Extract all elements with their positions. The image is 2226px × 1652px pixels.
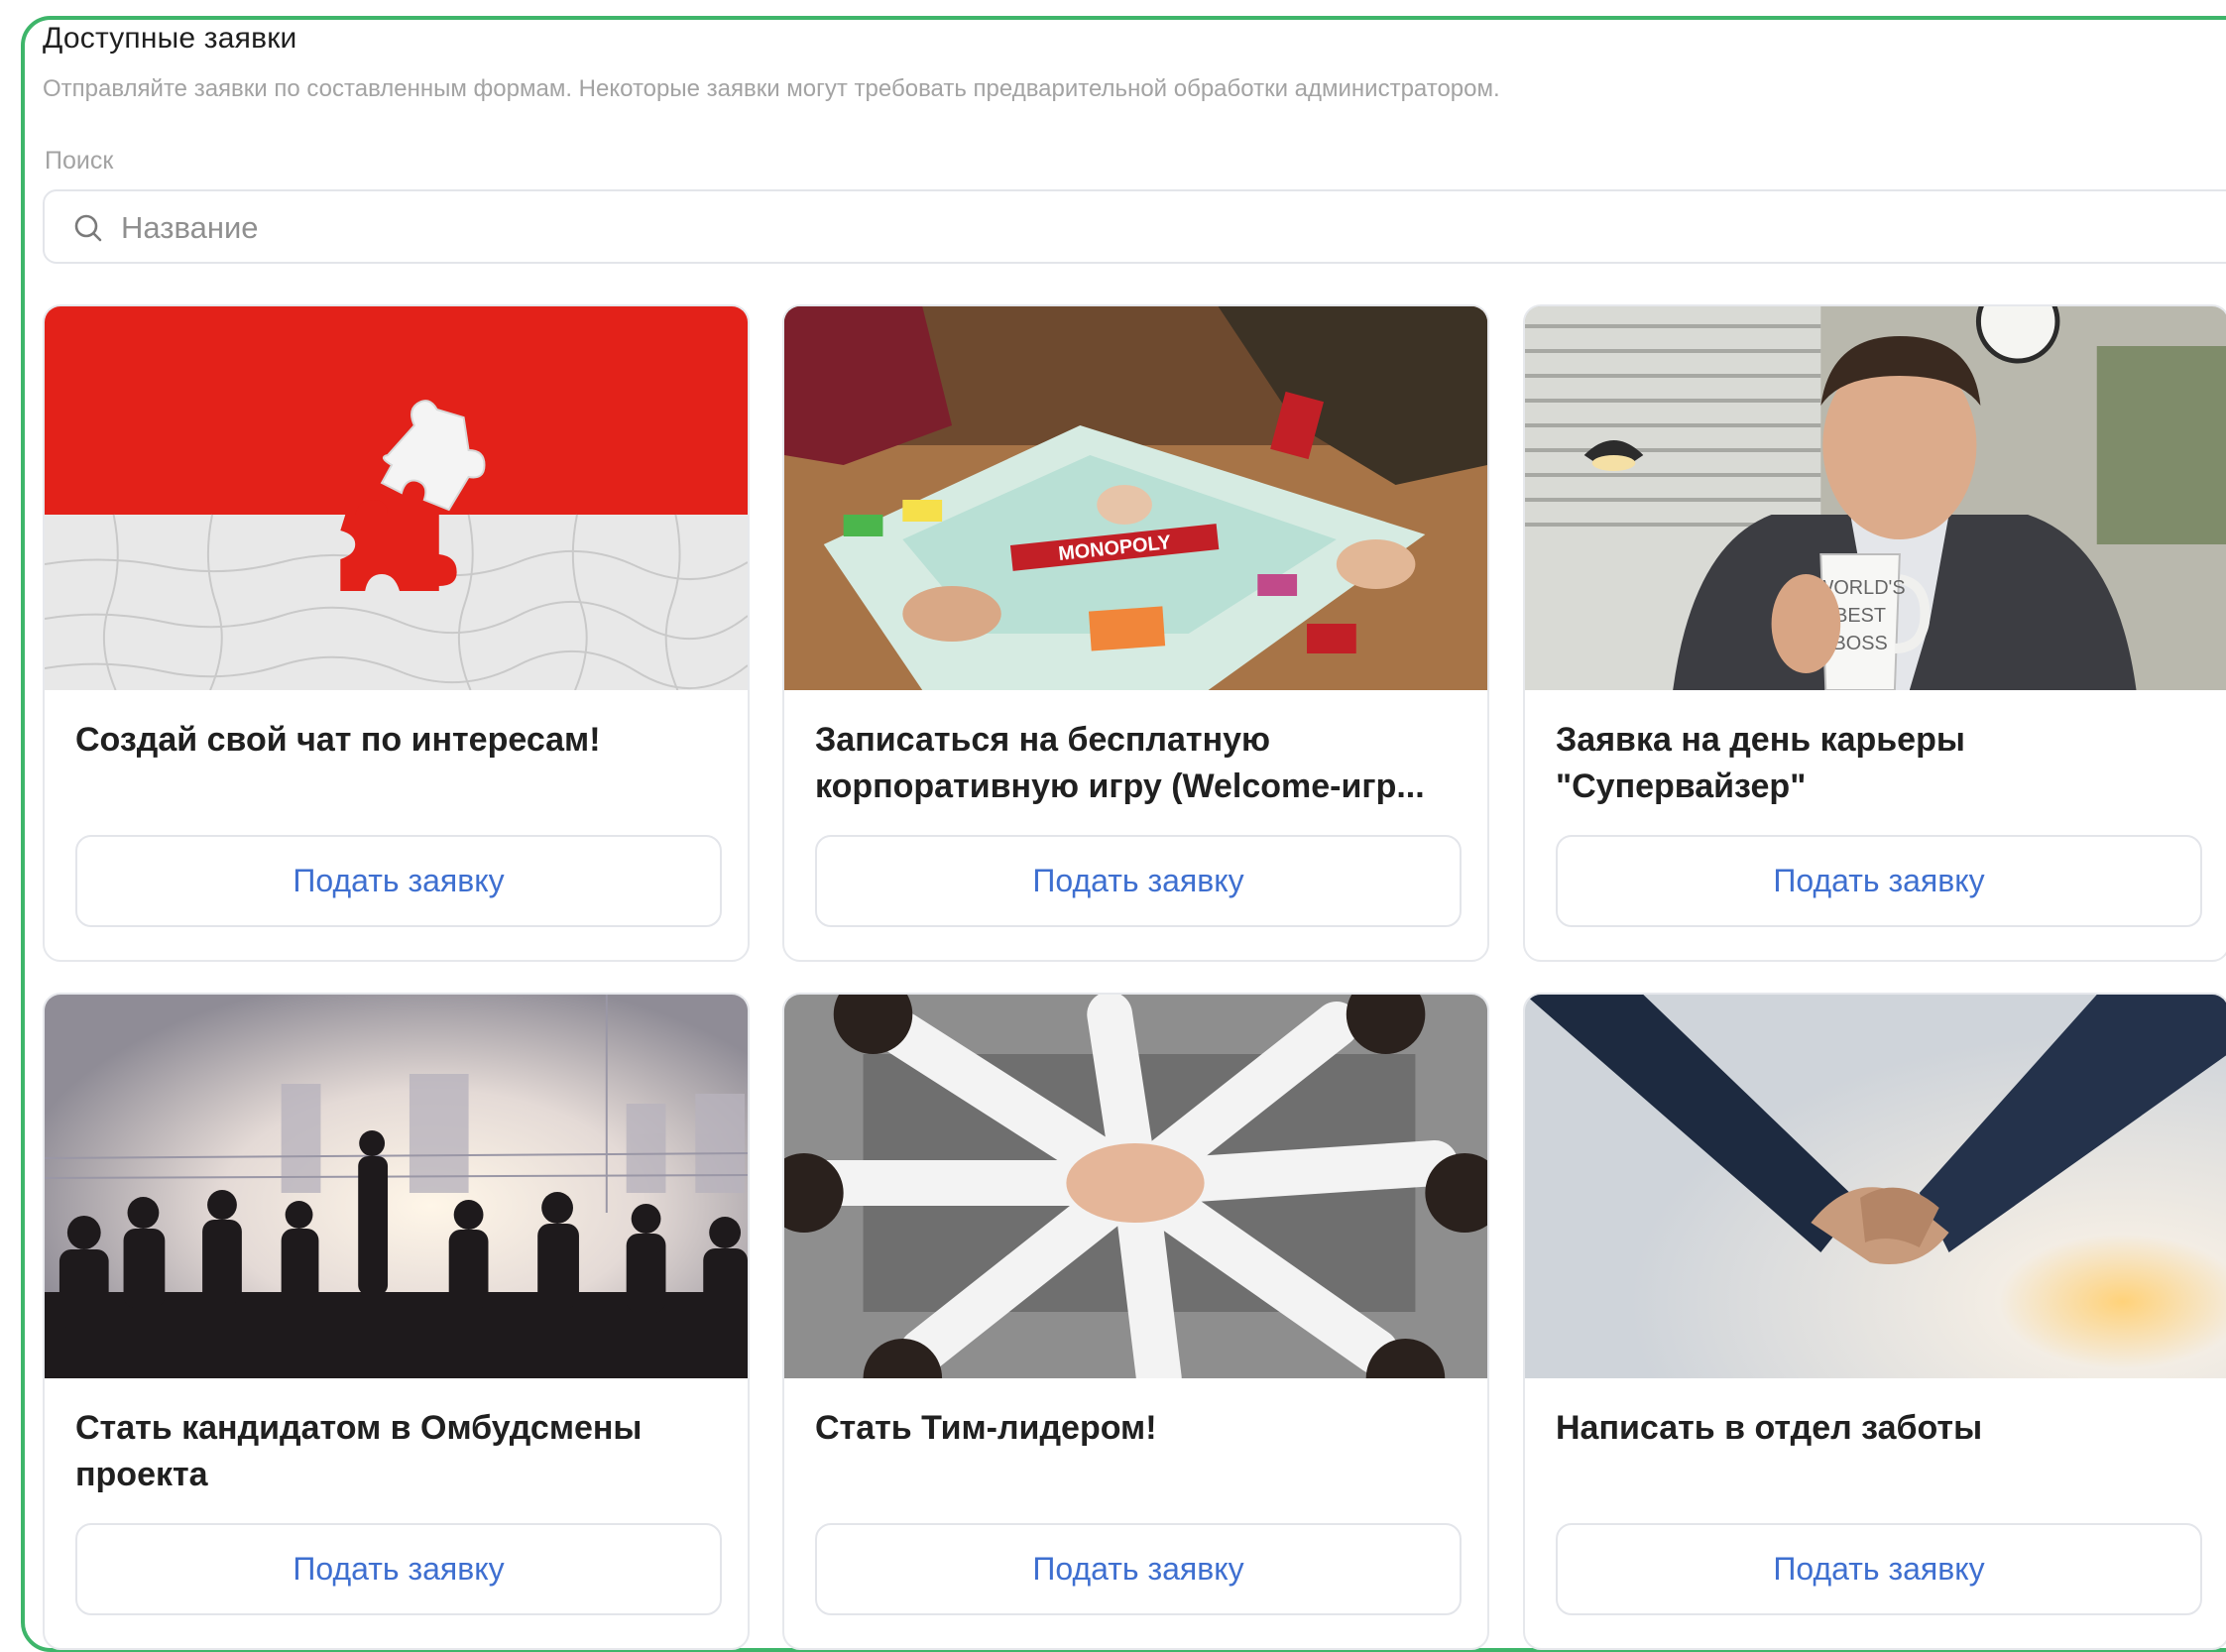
card-title: Стать кандидатом в Омбудсмены проекта bbox=[75, 1405, 720, 1498]
card-title: Создай свой чат по интересам! bbox=[75, 721, 601, 759]
boss-mug-image: WORLD'S BEST BOSS bbox=[1525, 306, 2226, 690]
submit-request-button[interactable]: Подать заявку bbox=[75, 835, 722, 927]
submit-request-button[interactable]: Подать заявку bbox=[1556, 835, 2202, 927]
svg-text:BEST: BEST bbox=[1834, 605, 1886, 627]
search-label: Поиск bbox=[45, 147, 114, 175]
search-box bbox=[43, 189, 2226, 264]
request-card-game: MONOPOLY Записаться на бесплатную корпор… bbox=[782, 304, 1489, 962]
request-card-career-day: WORLD'S BEST BOSS Заявка на день карьеры… bbox=[1523, 304, 2226, 962]
puzzle-image bbox=[45, 306, 748, 690]
page-subtitle: Отправляйте заявки по составленным форма… bbox=[43, 75, 1500, 102]
team-hands-image bbox=[784, 995, 1487, 1378]
card-title-line-1: Записаться на бесплатную bbox=[815, 721, 1271, 759]
card-title: Стать Тим-лидером! bbox=[815, 1409, 1157, 1447]
card-title: Записаться на бесплатную корпоративную и… bbox=[815, 717, 1460, 810]
card-title-line-2: "Супервайзер" bbox=[1556, 767, 1807, 805]
card-title-line-1: Заявка на день карьеры bbox=[1556, 721, 1965, 759]
card-title: Заявка на день карьеры "Супервайзер" bbox=[1556, 717, 2200, 810]
submit-request-button[interactable]: Подать заявку bbox=[815, 835, 1462, 927]
search-input[interactable] bbox=[119, 191, 2106, 264]
request-card-care-department: Написать в отдел заботы Подать заявку bbox=[1523, 993, 2226, 1650]
card-title-line-2: проекта bbox=[75, 1456, 208, 1493]
request-card-ombudsman: Стать кандидатом в Омбудсмены проекта По… bbox=[43, 993, 750, 1650]
submit-request-button[interactable]: Подать заявку bbox=[815, 1523, 1462, 1615]
card-title-line-2: корпоративную игру (Welcome-игр... bbox=[815, 767, 1425, 805]
submit-request-button[interactable]: Подать заявку bbox=[1556, 1523, 2202, 1615]
card-title-line-1: Стать кандидатом в Омбудсмены bbox=[75, 1409, 643, 1447]
request-card-team-lead: Стать Тим-лидером! Подать заявку bbox=[782, 993, 1489, 1650]
meeting-image bbox=[45, 995, 748, 1378]
request-card-chat: Создай свой чат по интересам! Подать зая… bbox=[43, 304, 750, 962]
submit-request-button[interactable]: Подать заявку bbox=[75, 1523, 722, 1615]
monopoly-image: MONOPOLY bbox=[784, 306, 1487, 690]
card-title: Написать в отдел заботы bbox=[1556, 1409, 1983, 1447]
handshake-image bbox=[1525, 995, 2226, 1378]
search-icon bbox=[74, 214, 102, 242]
page-title: Доступные заявки bbox=[43, 22, 297, 55]
svg-text:BOSS: BOSS bbox=[1832, 633, 1887, 654]
